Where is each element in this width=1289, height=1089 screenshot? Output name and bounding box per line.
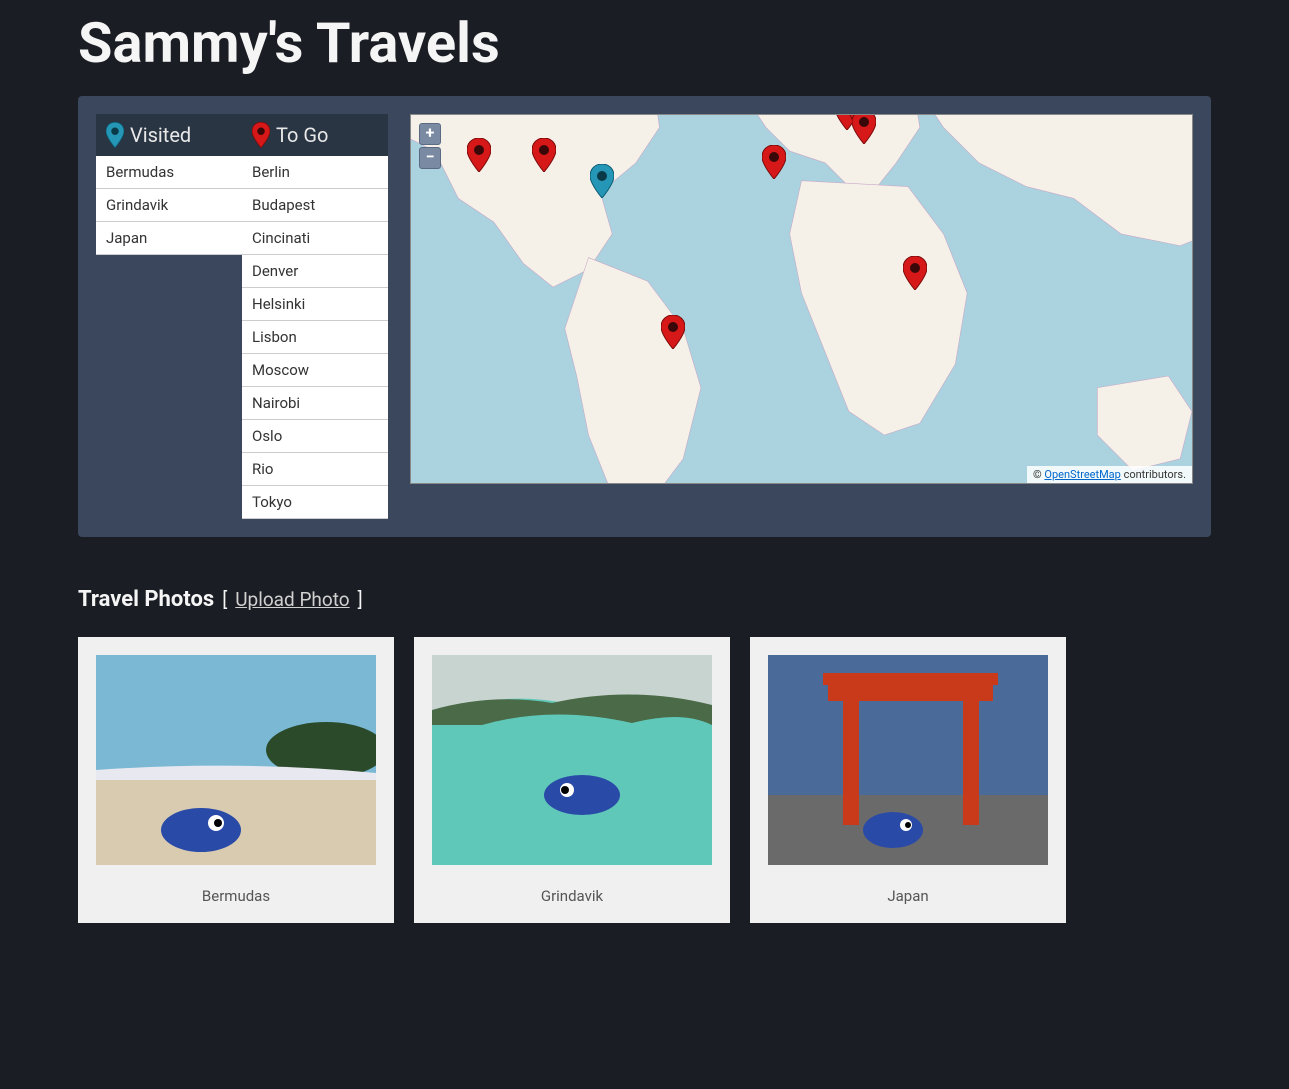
list-item[interactable]: Oslo [242,420,388,453]
pin-red-icon [252,122,270,148]
togo-list: To Go Berlin Budapest Cincinati Denver H… [242,114,388,519]
list-item[interactable]: Nairobi [242,387,388,420]
photo-card[interactable]: Bermudas [78,637,394,923]
zoom-in-button[interactable]: + [419,123,441,145]
photo-card[interactable]: Japan [750,637,1066,923]
photo-card[interactable]: Grindavik [414,637,730,923]
map-pin-togo[interactable] [661,315,685,349]
world-map[interactable]: + − © OpenStreetMa [410,114,1193,484]
visited-label: Visited [130,123,191,147]
lists-container: Visited Bermudas Grindavik Japan To Go B… [96,114,388,519]
map-pin-togo[interactable] [852,114,876,144]
map-pin-togo[interactable] [762,145,786,179]
osm-link[interactable]: OpenStreetMap [1044,468,1120,481]
photo-caption: Grindavik [541,887,603,905]
list-item[interactable]: Rio [242,453,388,486]
map-pin-togo[interactable] [903,256,927,290]
list-item[interactable]: Bermudas [96,156,242,189]
photos-grid: Bermudas Grindavik Japan [78,637,1211,923]
list-item[interactable]: Budapest [242,189,388,222]
list-item[interactable]: Helsinki [242,288,388,321]
list-item[interactable]: Lisbon [242,321,388,354]
photos-heading: Travel Photos [ Upload Photo ] [78,587,1211,612]
photo-thumb [768,655,1048,865]
list-item[interactable]: Cincinati [242,222,388,255]
list-item[interactable]: Denver [242,255,388,288]
togo-header: To Go [242,114,388,156]
map-pin-togo[interactable] [467,138,491,172]
pin-teal-icon [106,122,124,148]
photo-thumb [432,655,712,865]
attribution-suffix: contributors. [1121,468,1186,481]
list-item[interactable]: Tokyo [242,486,388,519]
list-item[interactable]: Berlin [242,156,388,189]
bracket-close: ] [358,588,363,611]
visited-list: Visited Bermudas Grindavik Japan [96,114,242,519]
photo-caption: Japan [887,887,928,905]
map-pin-visited[interactable] [590,164,614,198]
visited-header: Visited [96,114,242,156]
togo-label: To Go [276,123,328,147]
list-item[interactable]: Grindavik [96,189,242,222]
bracket-open: [ [222,588,227,611]
photo-caption: Bermudas [202,887,270,905]
upload-photo-link[interactable]: Upload Photo [235,588,349,611]
zoom-controls: + − [419,123,441,171]
page-title: Sammy's Travels [78,10,1211,76]
map-svg [411,115,1192,483]
zoom-out-button[interactable]: − [419,147,441,169]
list-item[interactable]: Moscow [242,354,388,387]
map-attribution: © OpenStreetMap contributors. [1027,466,1192,483]
photo-thumb [96,655,376,865]
photos-heading-text: Travel Photos [78,587,214,612]
attribution-prefix: © [1033,468,1044,481]
map-pin-togo[interactable] [532,138,556,172]
list-item[interactable]: Japan [96,222,242,255]
map-section: Visited Bermudas Grindavik Japan To Go B… [78,96,1211,537]
